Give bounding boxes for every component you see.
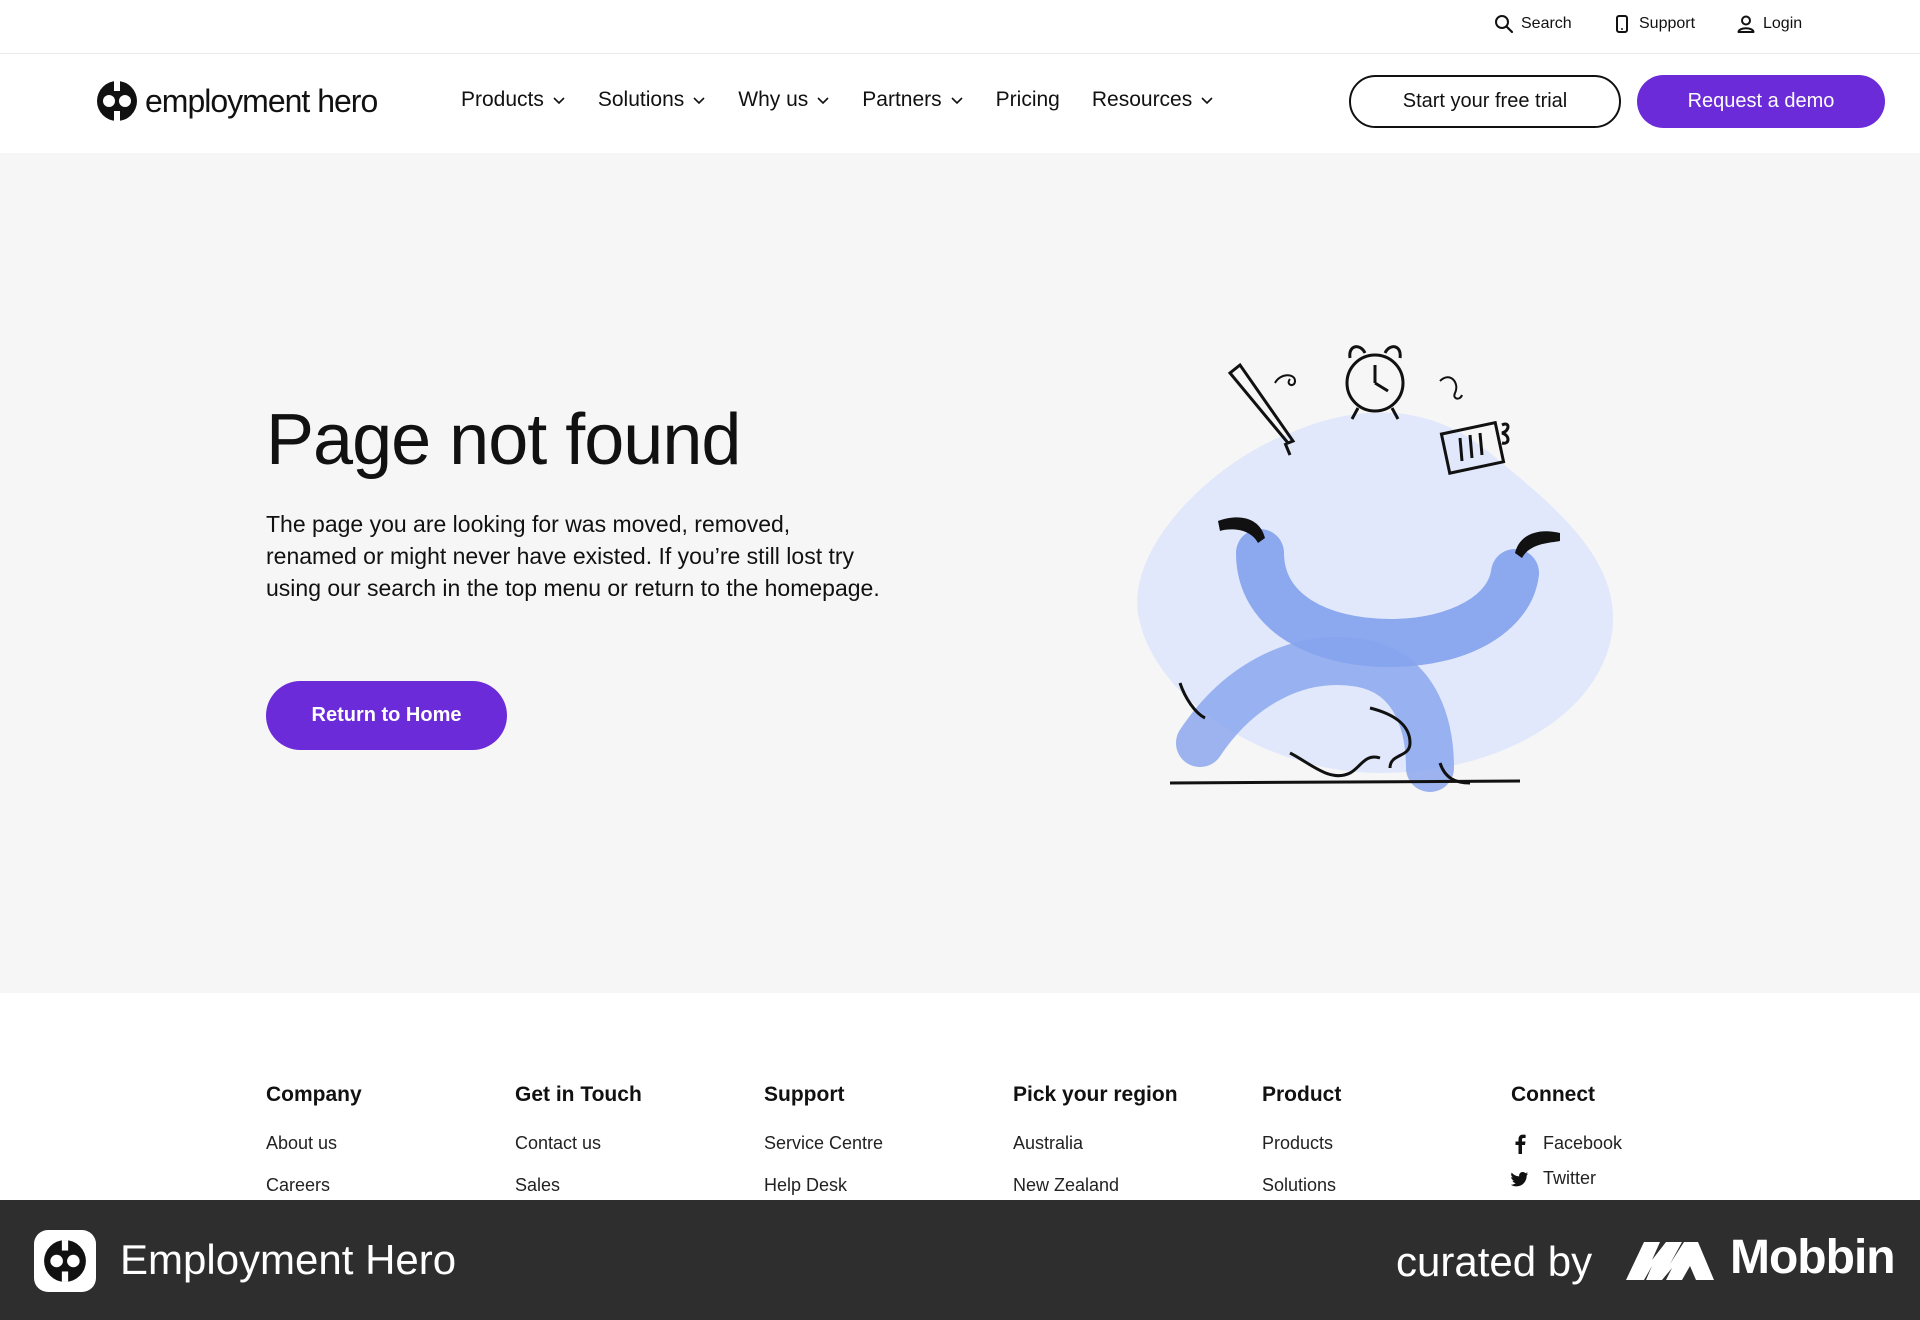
nav-item-label: Why us	[738, 88, 809, 111]
footer-col-company: Company About us Careers	[266, 1083, 486, 1200]
chevron-down-icon	[817, 97, 829, 105]
chevron-down-icon	[951, 97, 963, 105]
site-footer: Company About us Careers Get in Touch Co…	[0, 993, 1920, 1200]
nav-item-label: Solutions	[597, 88, 685, 111]
utility-bar: Search Support Login	[0, 0, 1920, 54]
brand-wordmark: employment hero	[145, 82, 378, 119]
search-link[interactable]: Search	[1494, 14, 1572, 34]
facebook-icon	[1515, 1134, 1526, 1154]
footer-col-region: Pick your region Australia New Zealand	[1013, 1083, 1233, 1200]
footer-heading: Pick your region	[1013, 1083, 1178, 1106]
employment-hero-logo-icon	[44, 1240, 86, 1282]
login-label: Login	[1763, 15, 1803, 32]
footer-link-australia[interactable]: Australia	[1013, 1133, 1233, 1154]
nav-item-partners[interactable]: Partners	[862, 88, 963, 112]
footer-heading: Connect	[1511, 1083, 1595, 1106]
nav-item-pricing[interactable]: Pricing	[996, 88, 1060, 112]
footer-heading: Support	[764, 1083, 845, 1106]
request-demo-button[interactable]: Request a demo	[1637, 75, 1885, 128]
chevron-down-icon	[693, 97, 705, 105]
support-label: Support	[1639, 15, 1696, 32]
support-link[interactable]: Support	[1612, 14, 1695, 34]
footer-col-connect: Connect Facebook Twitter	[1511, 1083, 1731, 1200]
footer-link-products[interactable]: Products	[1262, 1133, 1482, 1154]
page-title: Page not found	[266, 400, 741, 480]
credit-bar: Employment Hero curated by Mobbin	[0, 1200, 1920, 1320]
chevron-down-icon	[553, 97, 565, 105]
juggling-person-illustration	[1137, 345, 1614, 792]
nav-item-products[interactable]: Products	[461, 88, 566, 112]
employment-hero-logo-icon	[97, 81, 137, 121]
facebook-label: Facebook	[1543, 1133, 1623, 1153]
nav-item-solutions[interactable]: Solutions	[598, 88, 706, 112]
login-link[interactable]: Login	[1736, 14, 1802, 34]
chevron-down-icon	[1201, 97, 1213, 105]
nav-item-label: Products	[461, 88, 544, 111]
curated-by-label: curated by	[1396, 1238, 1593, 1285]
footer-link-facebook[interactable]: Facebook	[1511, 1133, 1731, 1154]
hero-description: The page you are looking for was moved, …	[266, 511, 880, 601]
footer-link-help-desk[interactable]: Help Desk	[764, 1175, 984, 1196]
footer-link-twitter[interactable]: Twitter	[1511, 1168, 1731, 1189]
app-name: Employment Hero	[120, 1236, 457, 1283]
main-nav: employment hero Products Solutions Why us P…	[0, 55, 1920, 153]
nav-item-label: Resources	[1091, 88, 1193, 111]
footer-link-contact-us[interactable]: Contact us	[515, 1133, 735, 1154]
footer-link-solutions[interactable]: Solutions	[1262, 1175, 1482, 1196]
nav-item-label: Partners	[862, 88, 942, 111]
start-free-trial-button[interactable]: Start your free trial	[1349, 75, 1621, 128]
footer-col-product: Product Products Solutions	[1262, 1083, 1482, 1200]
search-icon	[1495, 15, 1514, 34]
footer-heading: Company	[266, 1083, 362, 1106]
nav-links: Products Solutions Why us Partners Pricing Re…	[461, 88, 1246, 112]
footer-link-sales[interactable]: Sales	[515, 1175, 735, 1196]
footer-col-get-in-touch: Get in Touch Contact us Sales	[515, 1083, 735, 1200]
search-label: Search	[1521, 15, 1572, 32]
twitter-label: Twitter	[1543, 1168, 1597, 1188]
twitter-icon	[1511, 1171, 1529, 1186]
footer-heading: Get in Touch	[515, 1083, 642, 1106]
app-logo	[34, 1230, 96, 1292]
nav-item-why-us[interactable]: Why us	[738, 88, 830, 112]
footer-link-service-centre[interactable]: Service Centre	[764, 1133, 984, 1154]
nav-item-label: Pricing	[995, 88, 1060, 111]
return-home-button[interactable]: Return to Home	[266, 681, 507, 750]
footer-link-careers[interactable]: Careers	[266, 1175, 486, 1196]
footer-heading: Product	[1262, 1083, 1342, 1106]
nav-item-resources[interactable]: Resources	[1092, 88, 1214, 112]
brand-logo[interactable]: employment hero	[95, 79, 378, 123]
footer-link-about-us[interactable]: About us	[266, 1133, 486, 1154]
not-found-hero: Page not found The page you are looking …	[0, 153, 1920, 993]
mobbin-wordmark: Mobbin	[1730, 1231, 1896, 1284]
mobbin-logo-icon	[1626, 1242, 1714, 1280]
footer-link-new-zealand[interactable]: New Zealand	[1013, 1175, 1233, 1196]
footer-col-support: Support Service Centre Help Desk	[764, 1083, 984, 1200]
user-icon	[1737, 15, 1755, 33]
phone-icon	[1616, 15, 1628, 33]
